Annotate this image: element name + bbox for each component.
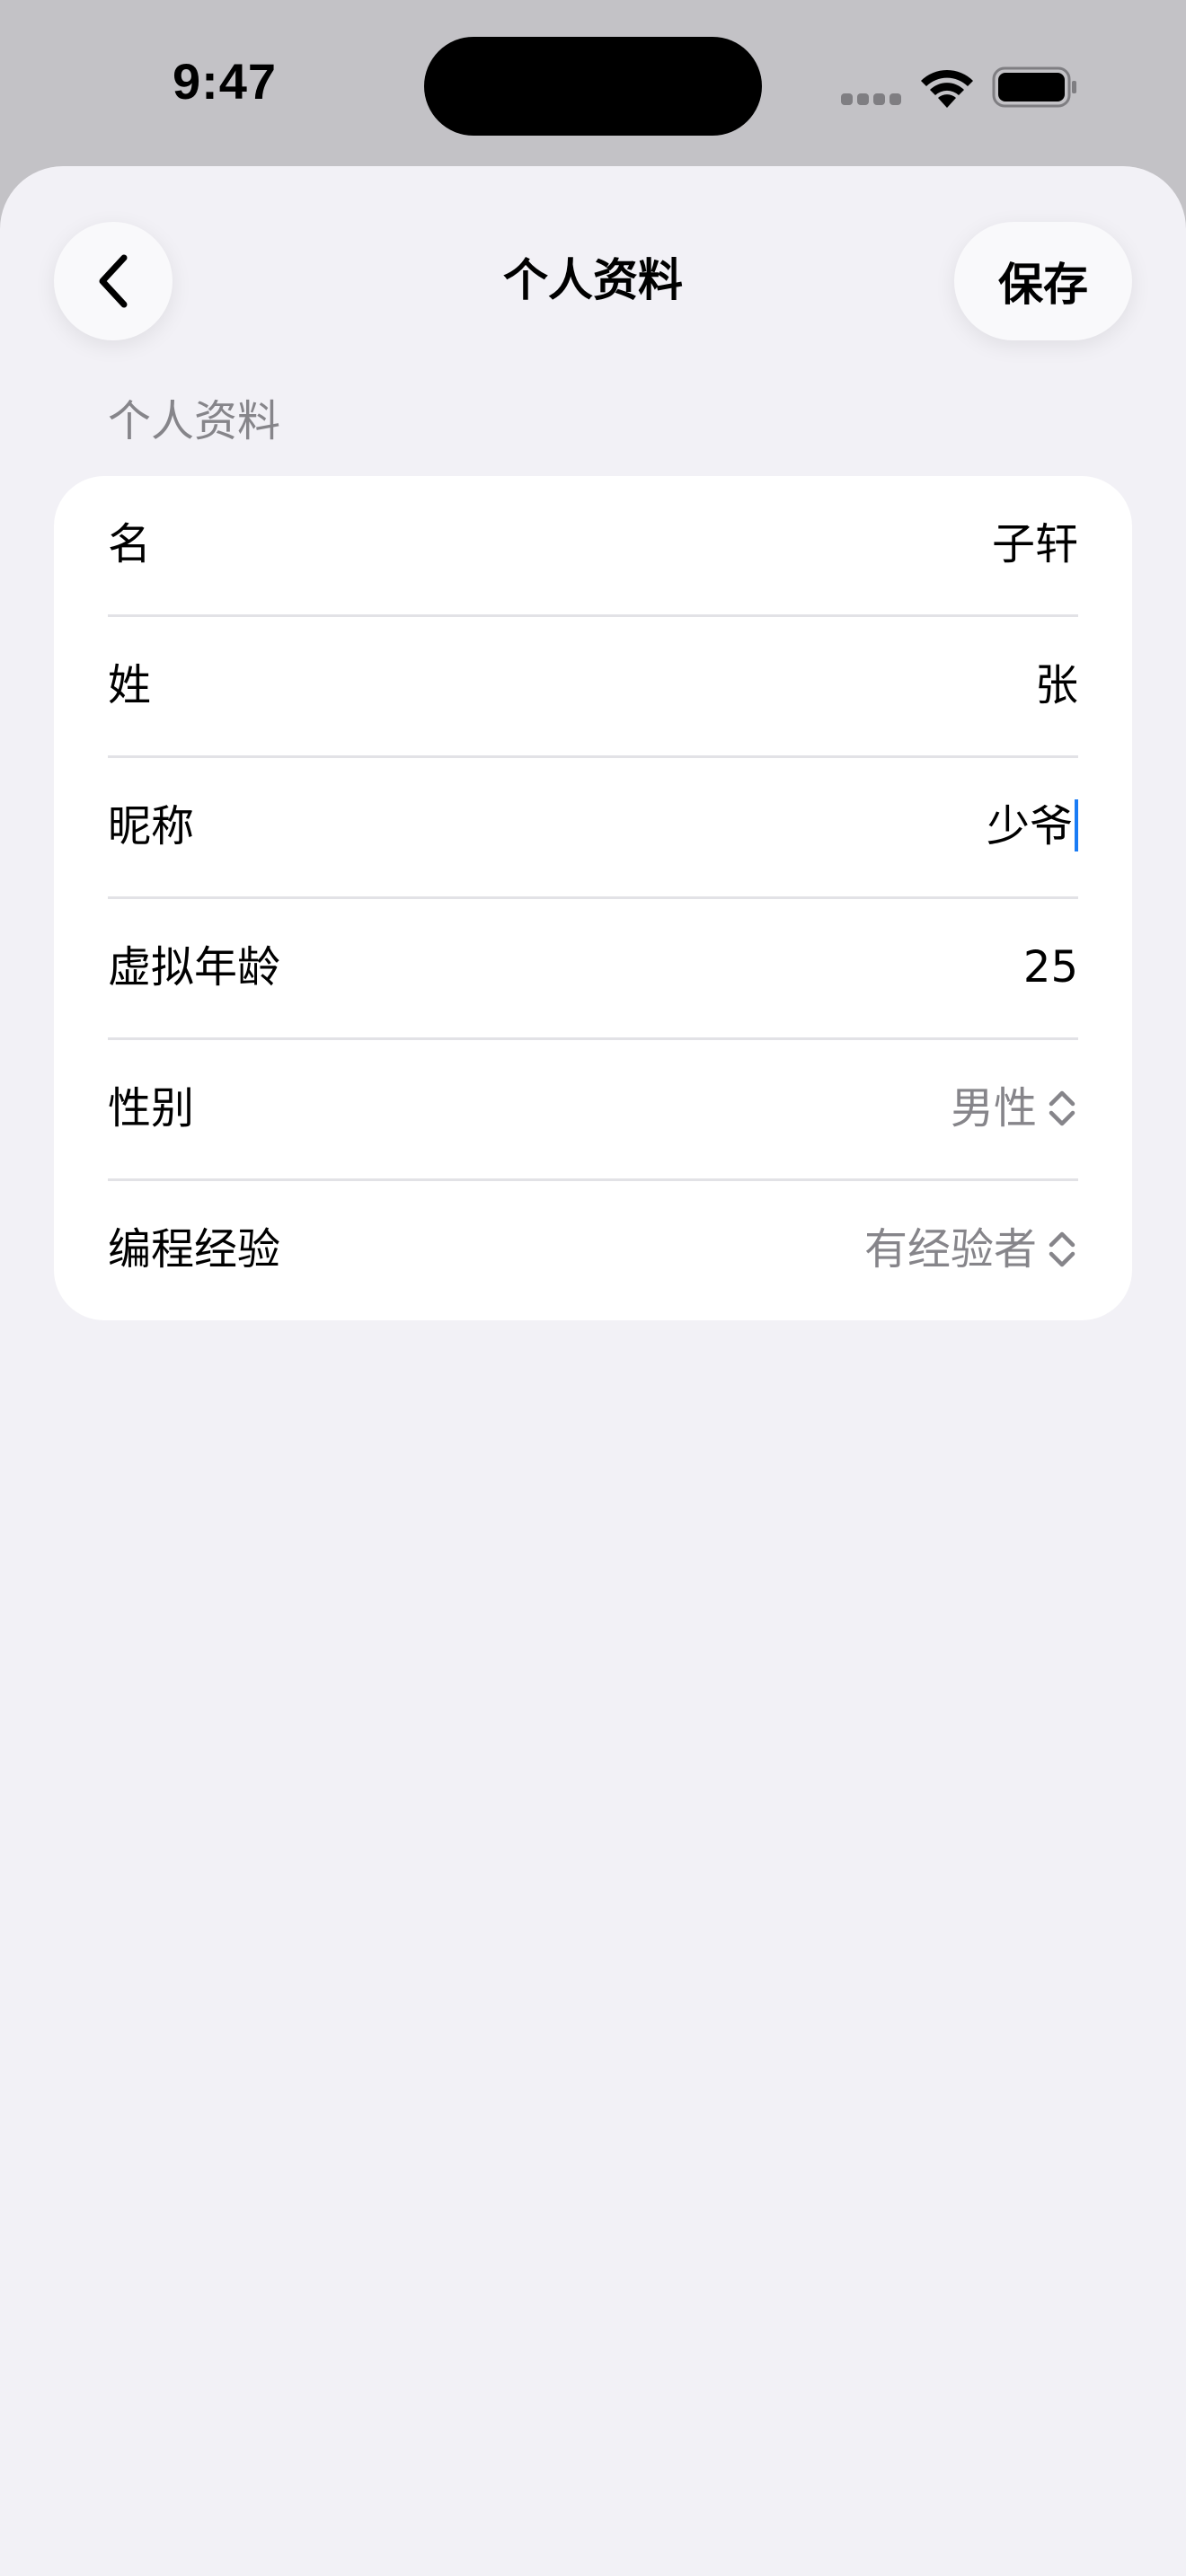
last-name-row[interactable]: 姓 张 <box>54 617 1132 758</box>
section-header: 个人资料 <box>108 396 281 446</box>
status-bar: 9:47 <box>0 0 1186 166</box>
cellular-dots-icon <box>841 93 902 106</box>
chevron-left-icon <box>99 254 128 308</box>
text-cursor <box>1075 799 1078 851</box>
virtual-age-row[interactable]: 虚拟年龄 25 <box>54 899 1132 1040</box>
gender-row[interactable]: 性别 男性 <box>54 1040 1132 1181</box>
last-name-field[interactable]: 张 <box>1035 657 1078 714</box>
first-name-field[interactable]: 子轩 <box>992 516 1078 573</box>
coding-experience-picker[interactable]: 有经验者 <box>864 1221 1078 1278</box>
profile-form-card: 名 子轩 姓 张 昵称 少爷 虚拟年龄 25 性别 男性 编程经验 有经验者 <box>54 476 1132 1320</box>
back-button[interactable] <box>54 222 173 340</box>
coding-experience-label: 编程经验 <box>108 1224 281 1275</box>
chevron-up-down-icon <box>1049 1090 1075 1126</box>
virtual-age-label: 虚拟年龄 <box>108 942 281 992</box>
page-title: 个人资料 <box>503 254 683 306</box>
dynamic-island <box>424 37 762 136</box>
virtual-age-field[interactable]: 25 <box>1023 939 1078 996</box>
profile-sheet: 个人资料 保存 个人资料 名 子轩 姓 张 昵称 少爷 虚拟年龄 25 性别 男… <box>0 166 1186 2576</box>
last-name-label: 姓 <box>108 660 152 710</box>
coding-experience-value: 有经验者 <box>863 1224 1037 1275</box>
save-button[interactable]: 保存 <box>954 222 1132 340</box>
nickname-field[interactable]: 少爷 <box>987 798 1078 855</box>
battery-icon <box>992 66 1076 108</box>
nickname-label: 昵称 <box>108 801 195 851</box>
first-name-label: 名 <box>108 519 152 569</box>
first-name-row[interactable]: 名 子轩 <box>54 476 1132 617</box>
wifi-icon <box>921 69 973 108</box>
gender-value: 男性 <box>950 1083 1037 1134</box>
gender-label: 性别 <box>108 1083 195 1134</box>
chevron-up-down-icon <box>1049 1231 1075 1267</box>
nickname-row[interactable]: 昵称 少爷 <box>54 758 1132 899</box>
status-time: 9:47 <box>172 53 278 110</box>
coding-experience-row[interactable]: 编程经验 有经验者 <box>54 1181 1132 1320</box>
gender-picker[interactable]: 男性 <box>951 1080 1078 1137</box>
nickname-value: 少爷 <box>986 801 1073 851</box>
